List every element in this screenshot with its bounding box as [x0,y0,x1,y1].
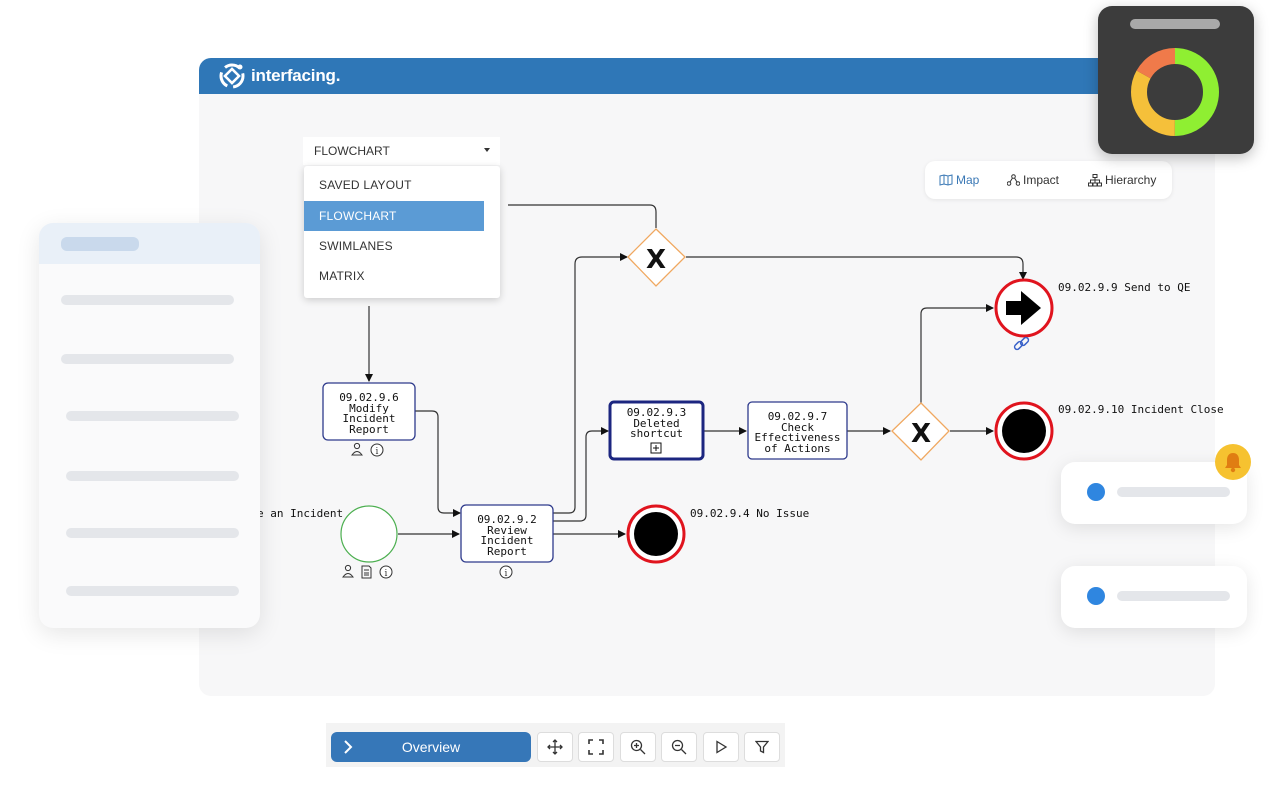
task-name-line: shortcut [630,427,683,440]
filter-button[interactable] [744,732,780,762]
start-event[interactable] [340,505,398,563]
layout-option-saved-layout[interactable]: SAVED LAYOUT [304,170,484,200]
impact-icon [1007,174,1020,186]
fullscreen-icon [588,739,604,755]
tab-hierarchy[interactable]: Hierarchy [1088,161,1156,199]
overview-button[interactable]: Overview [331,732,531,762]
event-label-incident-close: 09.02.9.10 Incident Close [1058,403,1224,416]
bell-glyph [1225,453,1241,473]
notification-card[interactable] [1061,566,1247,628]
skeleton-line [66,411,239,421]
layout-select-value: FLOWCHART [314,144,390,158]
donut-chart-icon [1131,48,1219,136]
layout-option-matrix[interactable]: MATRIX [304,261,484,291]
filter-icon [755,740,769,754]
info-icon[interactable]: i [379,565,393,579]
skeleton-card-header [39,223,260,264]
diagram-toolbar: Overview [326,723,785,767]
connector [553,253,628,514]
info-icon[interactable]: i [370,443,384,457]
svg-text:X: X [911,419,931,449]
skeleton-line [66,528,239,538]
status-dot [1087,483,1105,501]
task-label-check: 09.02.9.7 Check Effectiveness of Actions [748,411,847,455]
tab-map[interactable]: Map [939,161,979,199]
tab-impact[interactable]: Impact [1007,161,1059,199]
exclusive-gateway-bottom[interactable]: X [891,402,950,461]
side-skeleton-card [39,223,260,628]
zoom-out-button[interactable] [661,732,697,762]
connector [686,256,1027,280]
link-event-send-to-qe[interactable] [994,278,1054,338]
layout-option-swimlanes[interactable]: SWIMLANES [304,231,484,261]
task-label-review: 09.02.9.2 Review Incident Report [461,514,553,558]
fullscreen-button[interactable] [578,732,614,762]
event-label-start: e an Incident [257,507,344,520]
task-name-line: Report [487,544,527,558]
svg-text:i: i [385,569,388,579]
event-label-send-to-qe: 09.02.9.9 Send to QE [1058,281,1191,294]
zoom-in-button[interactable] [620,732,656,762]
status-dot [1087,587,1105,605]
layout-dropdown-menu: SAVED LAYOUT FLOWCHART SWIMLANES MATRIX [304,166,500,298]
end-event-incident-close[interactable] [994,401,1054,461]
svg-text:i: i [505,569,508,579]
layout-option-flowchart[interactable]: FLOWCHART [304,201,484,231]
hierarchy-icon [1088,173,1102,186]
svg-text:i: i [376,447,379,457]
skeleton-line [1117,487,1230,497]
connector [920,304,994,403]
skeleton-line [1117,591,1230,601]
skeleton-line [66,471,239,481]
info-icon[interactable]: i [499,565,513,579]
performer-icon[interactable] [342,564,354,578]
task-label-deleted: 09.02.9.3 Deleted shortcut [610,407,703,440]
skeleton-line [61,295,234,305]
donut-widget [1098,6,1254,154]
zoom-in-icon [630,739,646,755]
link-icon[interactable] [1013,336,1030,351]
tab-impact-label: Impact [1023,173,1060,187]
zoom-out-icon [671,739,687,755]
bell-icon[interactable] [1215,444,1251,480]
end-event-no-issue[interactable] [626,504,686,564]
svg-text:X: X [646,245,666,275]
play-icon [716,740,728,754]
performer-icon[interactable] [351,442,363,456]
view-tabs: Map Impact Hierarchy [925,161,1172,199]
event-label-no-issue: 09.02.9.4 No Issue [690,507,810,520]
map-icon [939,174,953,186]
subprocess-plus-icon [650,442,662,454]
pan-button[interactable] [537,732,573,762]
document-icon[interactable] [361,565,372,579]
connector [508,204,657,228]
skeleton-line [61,354,234,364]
task-label-modify: 09.02.9.6 Modify Incident Report [323,392,415,436]
skeleton-line [61,237,139,251]
layout-select[interactable]: FLOWCHART [303,137,500,165]
task-name-line: of Actions [764,441,831,455]
move-icon [547,739,563,755]
tab-hierarchy-label: Hierarchy [1105,173,1157,187]
overview-label: Overview [401,739,461,755]
skeleton-line [66,586,239,596]
connector [553,427,609,522]
exclusive-gateway-top[interactable]: X [627,228,686,287]
connector [415,410,461,517]
task-name-line: Report [349,422,389,436]
caret-down-icon [484,148,490,152]
play-button[interactable] [703,732,739,762]
tab-map-label: Map [956,173,980,187]
